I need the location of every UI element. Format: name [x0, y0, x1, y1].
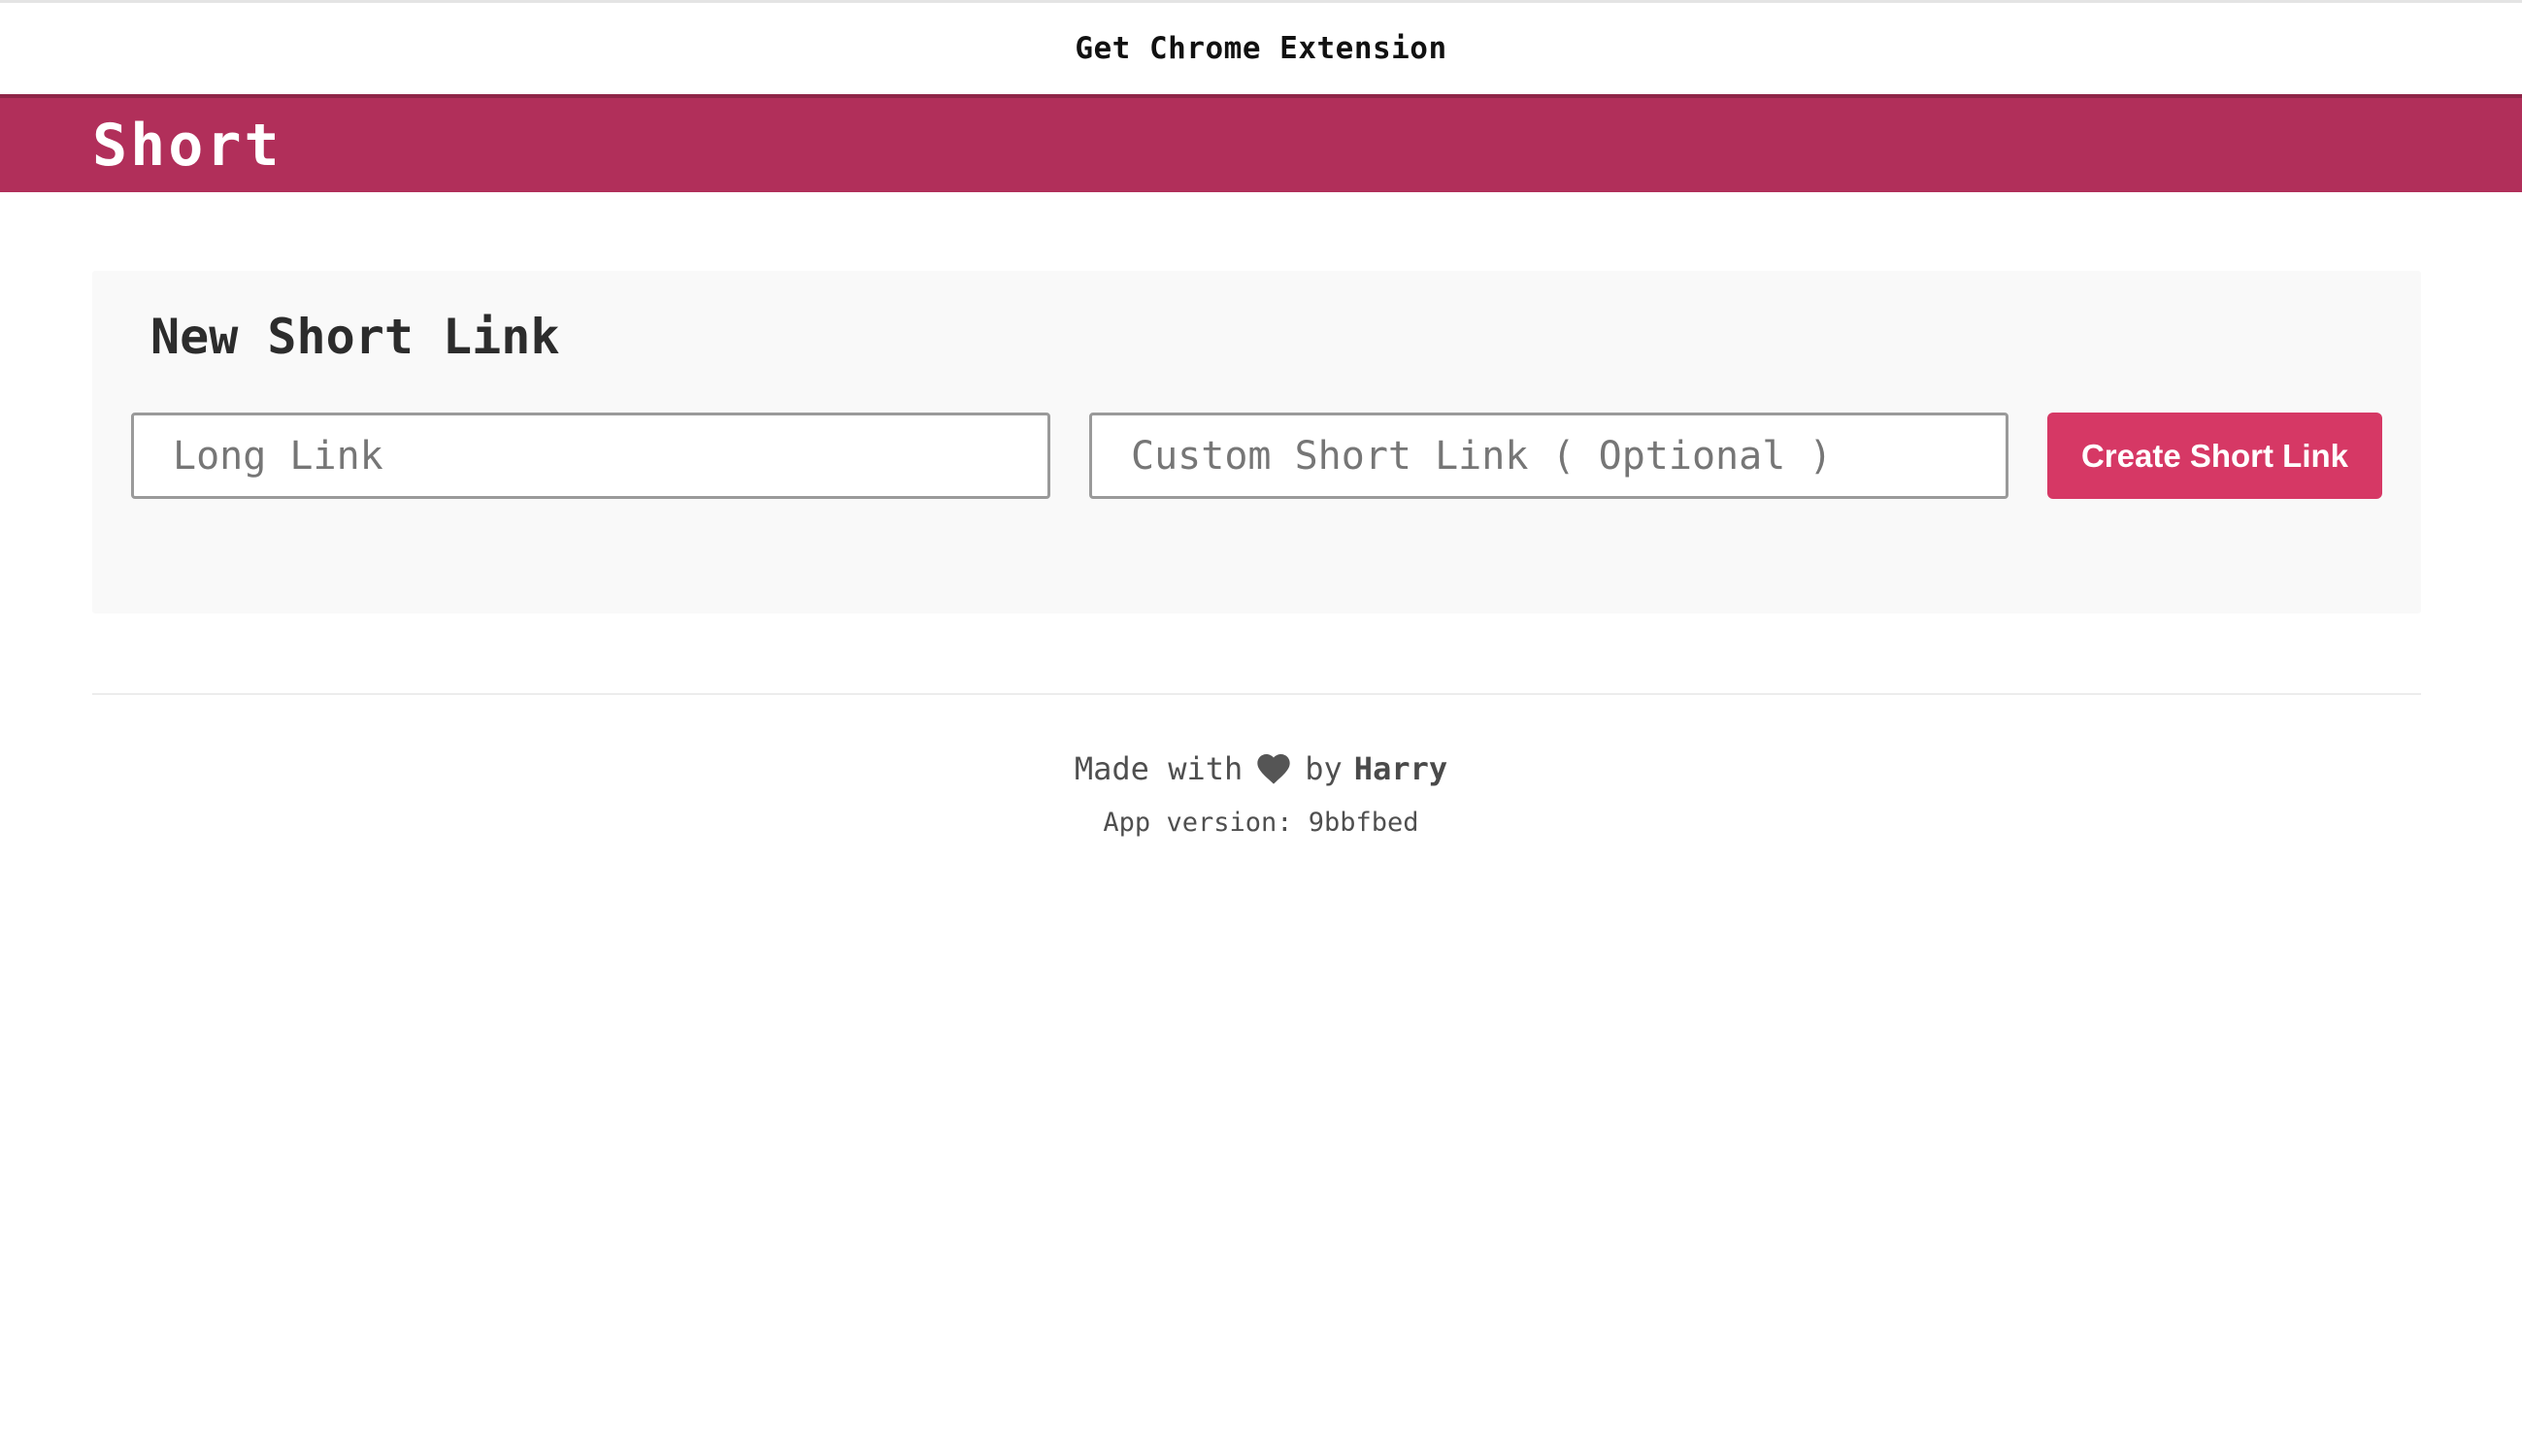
footer: Made with by Harry App version: 9bbfbed [0, 740, 2522, 843]
author-name: Harry [1353, 750, 1448, 787]
heart-icon [1257, 754, 1290, 784]
made-with-text: Made with [1074, 750, 1244, 787]
create-short-link-button[interactable]: Create Short Link [2047, 413, 2382, 499]
app-version: App version: 9bbfbed [0, 804, 2522, 843]
header-bar: Short [0, 94, 2522, 192]
long-link-input[interactable] [131, 413, 1050, 499]
made-with-line: Made with by Harry [0, 740, 2522, 798]
top-bar: Get Chrome Extension [0, 0, 2522, 94]
get-chrome-extension-link[interactable]: Get Chrome Extension [1075, 31, 1446, 66]
brand-logo[interactable]: Short [92, 116, 282, 175]
footer-divider [92, 693, 2421, 695]
by-text: by [1305, 750, 1343, 787]
new-short-link-card: New Short Link Create Short Link [92, 271, 2421, 613]
custom-short-link-input[interactable] [1089, 413, 2008, 499]
app-version-value: 9bbfbed [1308, 808, 1419, 838]
app-version-label: App version: [1103, 808, 1293, 838]
card-title: New Short Link [150, 309, 560, 365]
